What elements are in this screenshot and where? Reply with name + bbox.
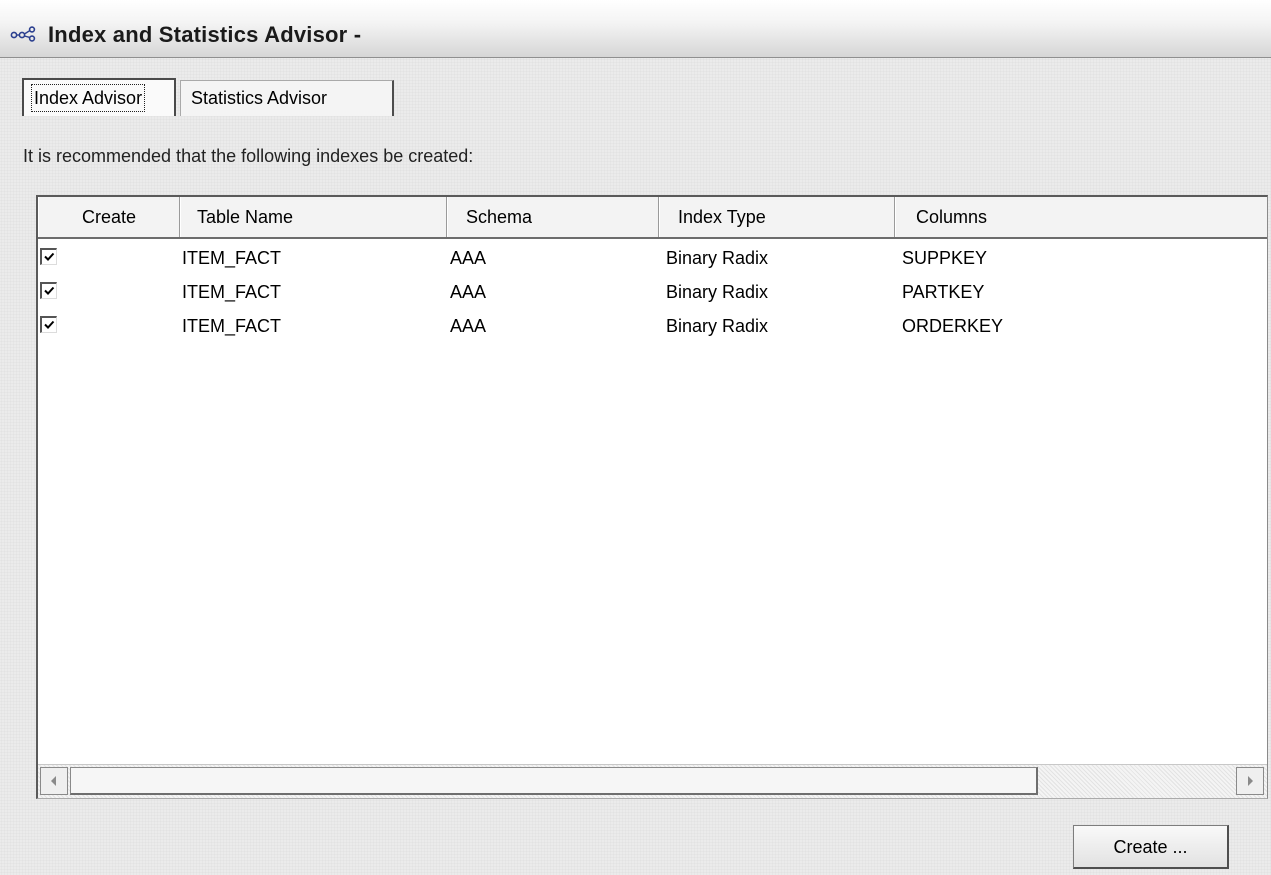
tab-index-advisor-label: Index Advisor [30,84,146,112]
checkmark-icon [44,286,55,295]
column-header-index-type[interactable]: Index Type [659,197,895,237]
cell-index-type: Binary Radix [666,248,769,268]
cell-columns: SUPPKEY [902,248,988,268]
create-checkbox[interactable] [40,282,57,299]
cell-table-name: ITEM_FACT [182,282,282,302]
recommendation-text: It is recommended that the following ind… [23,146,474,166]
create-checkbox[interactable] [40,316,57,333]
table-row[interactable]: ITEM_FACT AAA Binary Radix ORDERKEY [38,309,1267,343]
cell-table-name: ITEM_FACT [182,316,282,336]
cell-schema: AAA [450,282,487,302]
cell-columns: ORDERKEY [902,316,1004,336]
column-header-create[interactable]: Create [38,197,180,237]
column-header-columns[interactable]: Columns [895,197,1267,237]
scroll-left-button[interactable] [40,767,68,795]
cell-columns: PARTKEY [902,282,985,302]
window-title: Index and Statistics Advisor - [48,22,362,47]
create-checkbox[interactable] [40,248,57,265]
cell-table-name: ITEM_FACT [182,248,282,268]
cell-index-type: Binary Radix [666,282,769,302]
table-header: Create Table Name Schema Index Type Colu… [38,197,1267,239]
create-button[interactable]: Create ... [1073,825,1229,869]
index-recommendations-table: Create Table Name Schema Index Type Colu… [36,195,1268,799]
cell-schema: AAA [450,248,487,268]
column-header-table-name[interactable]: Table Name [180,197,447,237]
horizontal-scrollbar[interactable] [38,764,1267,798]
title-bar: Index and Statistics Advisor - [0,0,1271,58]
advisor-panel: Index Advisor Statistics Advisor It is r… [0,58,1271,875]
scroll-right-button[interactable] [1236,767,1264,795]
tab-index-advisor[interactable]: Index Advisor [22,78,176,116]
scroll-thumb[interactable] [70,767,1038,795]
table-row[interactable]: ITEM_FACT AAA Binary Radix SUPPKEY [38,241,1267,275]
checkmark-icon [44,252,55,261]
checkmark-icon [44,320,55,329]
arrow-right-icon [1248,776,1253,786]
column-header-schema[interactable]: Schema [447,197,659,237]
tab-statistics-advisor-label: Statistics Advisor [191,88,328,108]
tab-statistics-advisor[interactable]: Statistics Advisor [180,80,394,116]
advisor-nodes-icon [10,26,36,42]
cell-schema: AAA [450,316,487,336]
cell-index-type: Binary Radix [666,316,769,336]
arrow-left-icon [51,776,56,786]
table-row[interactable]: ITEM_FACT AAA Binary Radix PARTKEY [38,275,1267,309]
